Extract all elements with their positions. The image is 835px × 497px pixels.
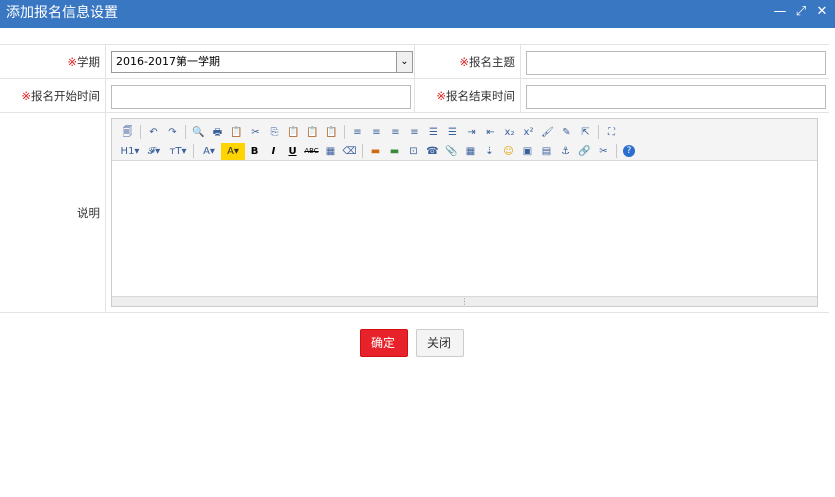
undo-icon[interactable]: ↶ — [144, 124, 163, 141]
source-icon[interactable]: 🗐 — [118, 124, 137, 141]
font-family-icon[interactable]: 𝓕▾ — [142, 143, 166, 160]
outdent-icon[interactable]: ⇤ — [481, 124, 500, 141]
superscript-icon[interactable]: x² — [519, 124, 538, 141]
help-icon[interactable]: ? — [623, 145, 635, 157]
image-icon[interactable]: ▬ — [366, 143, 385, 160]
ordered-list-icon[interactable]: ☰ — [424, 124, 443, 141]
align-left-icon[interactable]: ≡ — [348, 124, 367, 141]
term-cell: 2016-2017第一学期 ⌄ — [106, 45, 415, 78]
chevron-down-icon[interactable]: ⌄ — [396, 52, 412, 72]
start-time-cell — [106, 79, 415, 112]
page-break-icon[interactable]: ▤ — [537, 143, 556, 160]
required-mark: ※ — [436, 89, 446, 103]
required-mark: ※ — [21, 89, 31, 103]
unordered-list-icon[interactable]: ☰ — [443, 124, 462, 141]
dialog-title: 添加报名信息设置 — [6, 5, 118, 21]
close-button[interactable]: 关闭 — [416, 329, 464, 357]
form-row-dates: ※报名开始时间 ※报名结束时间 — [0, 79, 829, 113]
toolbar-separator — [362, 144, 363, 158]
description-label: 说明 — [0, 113, 106, 312]
required-mark: ※ — [459, 55, 469, 69]
start-time-label-text: 报名开始时间 — [31, 89, 100, 103]
copy-icon[interactable]: ⎘ — [265, 124, 284, 141]
indent-icon[interactable]: ⇥ — [462, 124, 481, 141]
toolbar-separator — [598, 125, 599, 139]
template-icon[interactable]: 📋 — [227, 124, 246, 141]
end-time-label: ※报名结束时间 — [415, 79, 521, 112]
paste-word-icon[interactable]: 📋 — [322, 124, 341, 141]
italic-icon[interactable]: I — [264, 143, 283, 160]
cut-icon[interactable]: ✂ — [246, 124, 265, 141]
fullscreen-icon[interactable]: ⛶ — [602, 124, 621, 141]
topic-cell — [521, 45, 829, 78]
topic-input[interactable] — [526, 51, 826, 75]
toolbar-separator — [193, 144, 194, 158]
print-icon[interactable]: 🖶 — [208, 124, 227, 141]
minimize-icon[interactable]: — — [773, 4, 787, 20]
select-all-icon[interactable]: ⇱ — [576, 124, 595, 141]
editor-content-area[interactable] — [112, 161, 817, 296]
toolbar-separator — [616, 144, 617, 158]
paste-icon[interactable]: 📋 — [284, 124, 303, 141]
toolbar-separator — [185, 125, 186, 139]
eraser-icon[interactable]: ⌫ — [340, 143, 359, 160]
paste-plain-icon[interactable]: 📋 — [303, 124, 322, 141]
toolbar-separator — [140, 125, 141, 139]
term-label: ※学期 — [0, 45, 106, 78]
confirm-button[interactable]: 确定 — [360, 329, 408, 357]
attachment-icon[interactable]: 📎 — [442, 143, 461, 160]
insert-code-icon[interactable]: ⇣ — [480, 143, 499, 160]
topic-label: ※报名主题 — [415, 45, 521, 78]
align-justify-icon[interactable]: ≡ — [405, 124, 424, 141]
font-size-icon[interactable]: тT▾ — [166, 143, 190, 160]
toolbar-row-2: H1▾ 𝓕▾ тT▾ A▾ A▾ B I U ABC ▦ ⌫ ▬ ▬ ⊡ ☎ 📎… — [118, 142, 635, 160]
baidu-map-icon[interactable]: ▣ — [518, 143, 537, 160]
clear-format-icon[interactable]: 🖌 — [538, 124, 557, 141]
start-time-label: ※报名开始时间 — [0, 79, 106, 112]
dialog-titlebar: 添加报名信息设置 — ⤢ ✕ — [0, 0, 835, 28]
highlight-color-icon[interactable]: A▾ — [221, 142, 245, 160]
maximize-icon[interactable]: ⤢ — [794, 4, 808, 20]
dialog-buttons: 确定 关闭 — [360, 329, 464, 357]
close-icon[interactable]: ✕ — [815, 4, 829, 20]
form-row-term-topic: ※学期 2016-2017第一学期 ⌄ ※报名主题 — [0, 44, 829, 79]
bold-icon[interactable]: B — [245, 143, 264, 160]
subscript-icon[interactable]: x₂ — [500, 124, 519, 141]
preview-icon[interactable]: 🔍 — [189, 124, 208, 141]
media-icon[interactable]: ☎ — [423, 143, 442, 160]
window-controls: — ⤢ ✕ — [773, 4, 829, 20]
term-select-value: 2016-2017第一学期 — [116, 55, 220, 68]
form-row-description: 说明 🗐 ↶ ↷ 🔍 🖶 📋 ✂ ⎘ 📋 📋 📋 ≡ ≡ ≡ ≡ ☰ ☰ ⇥ ⇤… — [0, 113, 829, 313]
editor-resize-bar[interactable]: ⋮ — [112, 296, 817, 306]
toolbar-row-1: 🗐 ↶ ↷ 🔍 🖶 📋 ✂ ⎘ 📋 📋 📋 ≡ ≡ ≡ ≡ ☰ ☰ ⇥ ⇤ x₂… — [118, 123, 621, 141]
editor-toolbar: 🗐 ↶ ↷ 🔍 🖶 📋 ✂ ⎘ 📋 📋 📋 ≡ ≡ ≡ ≡ ☰ ☰ ⇥ ⇤ x₂… — [112, 119, 817, 161]
start-time-input[interactable] — [111, 85, 411, 109]
horizontal-rule-icon[interactable]: ▦ — [321, 143, 340, 160]
font-color-icon[interactable]: A▾ — [197, 143, 221, 160]
term-label-text: 学期 — [77, 55, 100, 69]
redo-icon[interactable]: ↷ — [163, 124, 182, 141]
underline-icon[interactable]: U — [283, 143, 302, 160]
required-mark: ※ — [67, 55, 77, 69]
flash-icon[interactable]: ⊡ — [404, 143, 423, 160]
end-time-cell — [521, 79, 829, 112]
link-icon[interactable]: 🔗 — [575, 143, 594, 160]
align-center-icon[interactable]: ≡ — [367, 124, 386, 141]
anchor-icon[interactable]: ⚓ — [556, 143, 575, 160]
format-painter-icon[interactable]: ✎ — [557, 124, 576, 141]
table-icon[interactable]: ▦ — [461, 143, 480, 160]
heading-icon[interactable]: H1▾ — [118, 143, 142, 160]
unlink-icon[interactable]: ✂ — [594, 143, 613, 160]
align-right-icon[interactable]: ≡ — [386, 124, 405, 141]
resize-handle-icon[interactable]: ⋮ — [461, 297, 469, 306]
multi-image-icon[interactable]: ▬ — [385, 143, 404, 160]
end-time-input[interactable] — [526, 85, 826, 109]
topic-label-text: 报名主题 — [469, 55, 515, 69]
end-time-label-text: 报名结束时间 — [446, 89, 515, 103]
emoticon-icon[interactable]: ☺ — [499, 143, 518, 160]
strikethrough-icon[interactable]: ABC — [302, 143, 321, 160]
term-select[interactable]: 2016-2017第一学期 ⌄ — [111, 51, 413, 73]
rich-text-editor: 🗐 ↶ ↷ 🔍 🖶 📋 ✂ ⎘ 📋 📋 📋 ≡ ≡ ≡ ≡ ☰ ☰ ⇥ ⇤ x₂… — [111, 118, 818, 307]
toolbar-separator — [344, 125, 345, 139]
